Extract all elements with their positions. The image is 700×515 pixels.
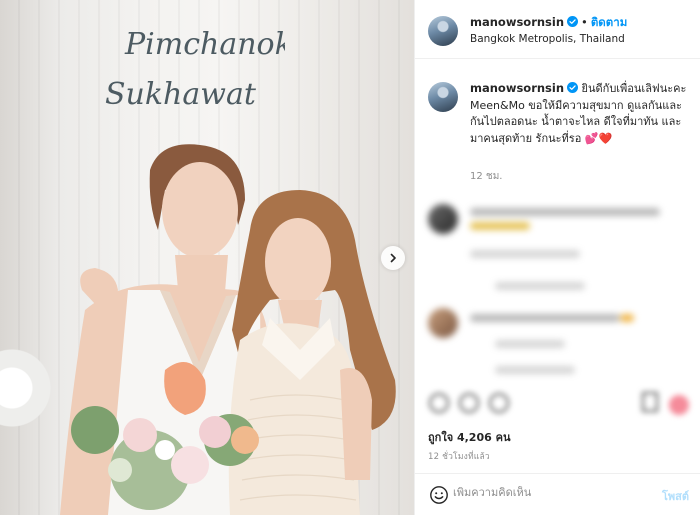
caption-username[interactable]: manowsornsin	[470, 81, 564, 95]
comment-input[interactable]	[453, 486, 643, 499]
header-user-row: manowsornsin • ติดตาม	[470, 14, 627, 32]
caption-avatar[interactable]	[428, 82, 458, 112]
comment-line	[620, 314, 634, 322]
add-comment-bar: โพสต์	[415, 473, 700, 515]
post-photo[interactable]: Pimchanok Sukhawat	[0, 0, 414, 515]
comment-avatar	[428, 308, 458, 338]
emoji-icon[interactable]	[429, 485, 449, 505]
post-age: 12 ชั่วโมงที่แล้ว	[428, 452, 490, 462]
username-link[interactable]: manowsornsin	[470, 15, 564, 29]
comment-line	[495, 366, 575, 374]
caption-text-block: manowsornsin ยินดีกับเพื่อนเลิฟนะคะ Meen…	[470, 80, 692, 147]
post-header: manowsornsin • ติดตาม Bangkok Metropolis, …	[415, 0, 700, 59]
verified-badge-icon	[567, 82, 579, 93]
post-comment-button[interactable]: โพสต์	[662, 487, 689, 505]
likes-count[interactable]: ถูกใจ 4,206 คน	[428, 428, 510, 446]
comment-line	[470, 208, 660, 216]
verified-badge-icon	[567, 16, 579, 27]
location-link[interactable]: Bangkok Metropolis, Thailand	[470, 33, 625, 45]
post-details-panel: manowsornsin • ติดตาม Bangkok Metropolis, …	[414, 0, 700, 515]
next-photo-button[interactable]	[381, 246, 405, 270]
comment-line	[470, 222, 530, 230]
caption-timestamp[interactable]: 12 ชม.	[470, 169, 502, 184]
avatar[interactable]	[428, 16, 458, 46]
people-illustration	[60, 144, 396, 515]
comment-line	[495, 282, 585, 290]
separator-dot: •	[581, 15, 588, 29]
comment-line	[470, 314, 620, 322]
chevron-right-icon	[390, 253, 396, 263]
comment-avatar	[428, 204, 458, 234]
comment-line	[470, 250, 580, 258]
action-icons-blurred	[415, 385, 700, 421]
comment-line	[495, 340, 565, 348]
follow-button[interactable]: ติดตาม	[591, 15, 627, 29]
